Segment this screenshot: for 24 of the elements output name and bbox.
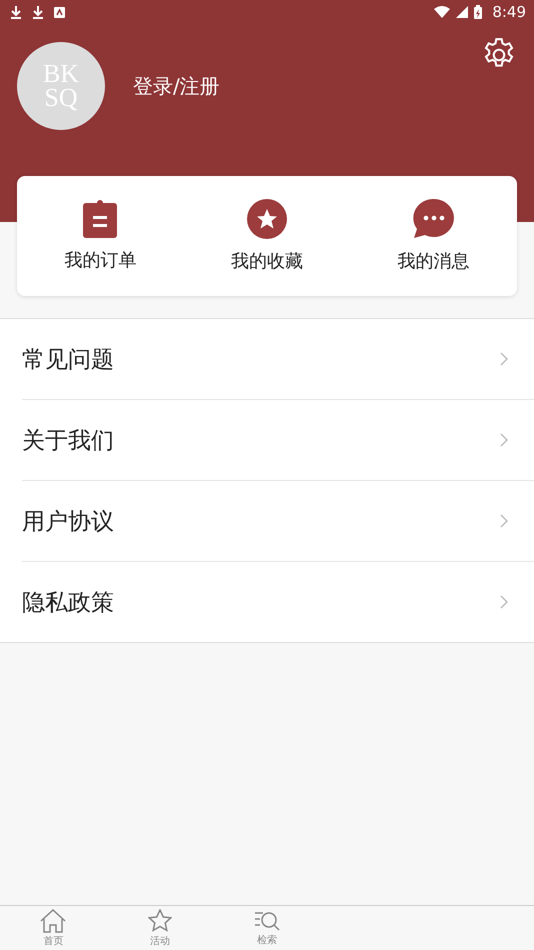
clipboard-icon	[83, 200, 118, 238]
download-icon	[32, 6, 44, 18]
shortcut-item[interactable]: 我的订单	[17, 176, 184, 296]
chevron-right-icon	[500, 433, 508, 447]
download-icon	[10, 6, 22, 18]
shortcut-item[interactable]: 我的消息	[350, 176, 518, 296]
signal-icon	[456, 6, 468, 18]
search-icon	[254, 910, 280, 932]
chevron-right-icon	[500, 352, 508, 366]
menu-item[interactable]: 关于我们	[22, 400, 534, 481]
login-link[interactable]: 登录/注册	[133, 72, 220, 100]
battery-icon	[474, 5, 482, 19]
status-time: 8:49	[492, 3, 526, 21]
chat-bubble-icon	[412, 199, 455, 239]
star-icon	[148, 908, 172, 932]
chevron-right-icon	[500, 595, 508, 609]
menu-item[interactable]: 常见问题	[22, 319, 534, 400]
app-notification-icon	[54, 6, 65, 18]
home-icon	[40, 908, 66, 932]
chevron-right-icon	[500, 514, 508, 528]
shortcut-item[interactable]: 我的收藏	[184, 176, 350, 296]
menu-item[interactable]: 用户协议	[22, 481, 534, 562]
wifi-icon	[434, 6, 450, 18]
menu-item[interactable]: 隐私政策	[22, 562, 534, 642]
